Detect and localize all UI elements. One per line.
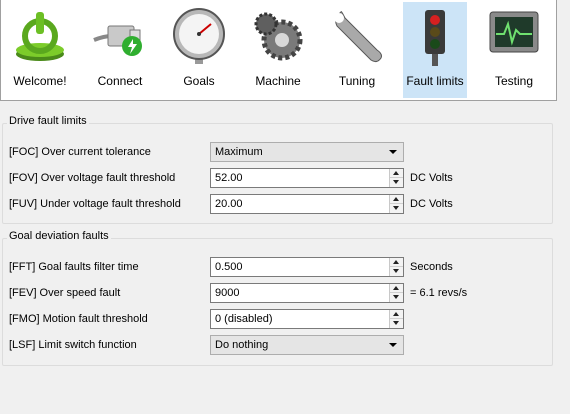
oscilloscope-icon (478, 4, 550, 68)
fov-spinbox[interactable]: 52.00 (210, 168, 404, 188)
fov-unit: DC Volts (410, 172, 453, 184)
spin-up-icon[interactable] (390, 195, 403, 204)
traffic-light-icon (403, 4, 467, 68)
fft-spin-buttons (389, 258, 403, 276)
fov-label: [FOV] Over voltage fault threshold (9, 172, 176, 184)
fmo-spin-buttons (389, 310, 403, 328)
tab-goals[interactable]: Goals (164, 2, 234, 98)
lsf-select[interactable]: Do nothing (210, 335, 404, 355)
tab-fault-limits[interactable]: Fault limits (403, 2, 467, 98)
fmo-spinbox[interactable]: 0 (disabled) (210, 309, 404, 329)
network-plug-icon (85, 4, 155, 68)
foc-select[interactable]: Maximum (210, 142, 404, 162)
tab-connect-label: Connect (97, 74, 143, 88)
fmo-label: [FMO] Motion fault threshold (9, 313, 148, 325)
tab-machine[interactable]: Machine (243, 2, 313, 98)
fft-label: [FFT] Goal faults filter time (9, 261, 139, 273)
tab-tuning[interactable]: Tuning (322, 2, 392, 98)
chevron-down-icon (389, 150, 397, 154)
fault-limits-panel: Drive fault limits [FOC] Over current to… (0, 101, 557, 414)
tab-testing-label: Testing (494, 74, 534, 88)
toolbar: Welcome! Connect Goals Machine Tuning Fa… (0, 0, 557, 101)
window-right-edge (557, 0, 570, 414)
tab-connect[interactable]: Connect (85, 2, 155, 98)
lsf-label: [LSF] Limit switch function (9, 339, 137, 351)
fev-label: [FEV] Over speed fault (9, 287, 121, 299)
tab-welcome[interactable]: Welcome! (5, 2, 75, 98)
fft-value: 0.500 (215, 261, 243, 273)
wrench-icon (322, 4, 392, 68)
group-title: Drive fault limits (7, 115, 89, 127)
fov-spin-buttons (389, 169, 403, 187)
spin-up-icon[interactable] (390, 169, 403, 178)
fft-spinbox[interactable]: 0.500 (210, 257, 404, 277)
spin-up-icon[interactable] (390, 284, 403, 293)
fev-spin-buttons (389, 284, 403, 302)
fuv-spin-buttons (389, 195, 403, 213)
tab-machine-label: Machine (255, 74, 301, 88)
tab-testing[interactable]: Testing (478, 2, 550, 98)
spin-down-icon[interactable] (390, 267, 403, 276)
spin-up-icon[interactable] (390, 310, 403, 319)
fuv-unit: DC Volts (410, 198, 453, 210)
tab-tuning-label: Tuning (338, 74, 376, 88)
gears-icon (243, 4, 313, 68)
fev-spinbox[interactable]: 9000 (210, 283, 404, 303)
spin-down-icon[interactable] (390, 178, 403, 187)
tab-fault-limits-label: Fault limits (406, 74, 464, 88)
fuv-label: [FUV] Under voltage fault threshold (9, 198, 181, 210)
spin-down-icon[interactable] (390, 293, 403, 302)
fmo-value: 0 (disabled) (215, 313, 273, 325)
fev-unit: = 6.1 revs/s (410, 287, 468, 299)
fft-unit: Seconds (410, 261, 453, 273)
spin-up-icon[interactable] (390, 258, 403, 267)
fev-value: 9000 (215, 287, 240, 299)
chevron-down-icon (389, 343, 397, 347)
group-title: Goal deviation faults (7, 230, 111, 242)
tab-goals-label: Goals (183, 74, 215, 88)
power-icon (5, 4, 75, 68)
tab-welcome-label: Welcome! (13, 74, 67, 88)
spin-down-icon[interactable] (390, 204, 403, 213)
fov-value: 52.00 (215, 172, 243, 184)
fuv-value: 20.00 (215, 198, 243, 210)
lsf-value: Do nothing (215, 339, 269, 351)
foc-value: Maximum (215, 146, 263, 158)
gauge-icon (164, 4, 234, 68)
spin-down-icon[interactable] (390, 319, 403, 328)
fuv-spinbox[interactable]: 20.00 (210, 194, 404, 214)
foc-label: [FOC] Over current tolerance (9, 146, 151, 158)
